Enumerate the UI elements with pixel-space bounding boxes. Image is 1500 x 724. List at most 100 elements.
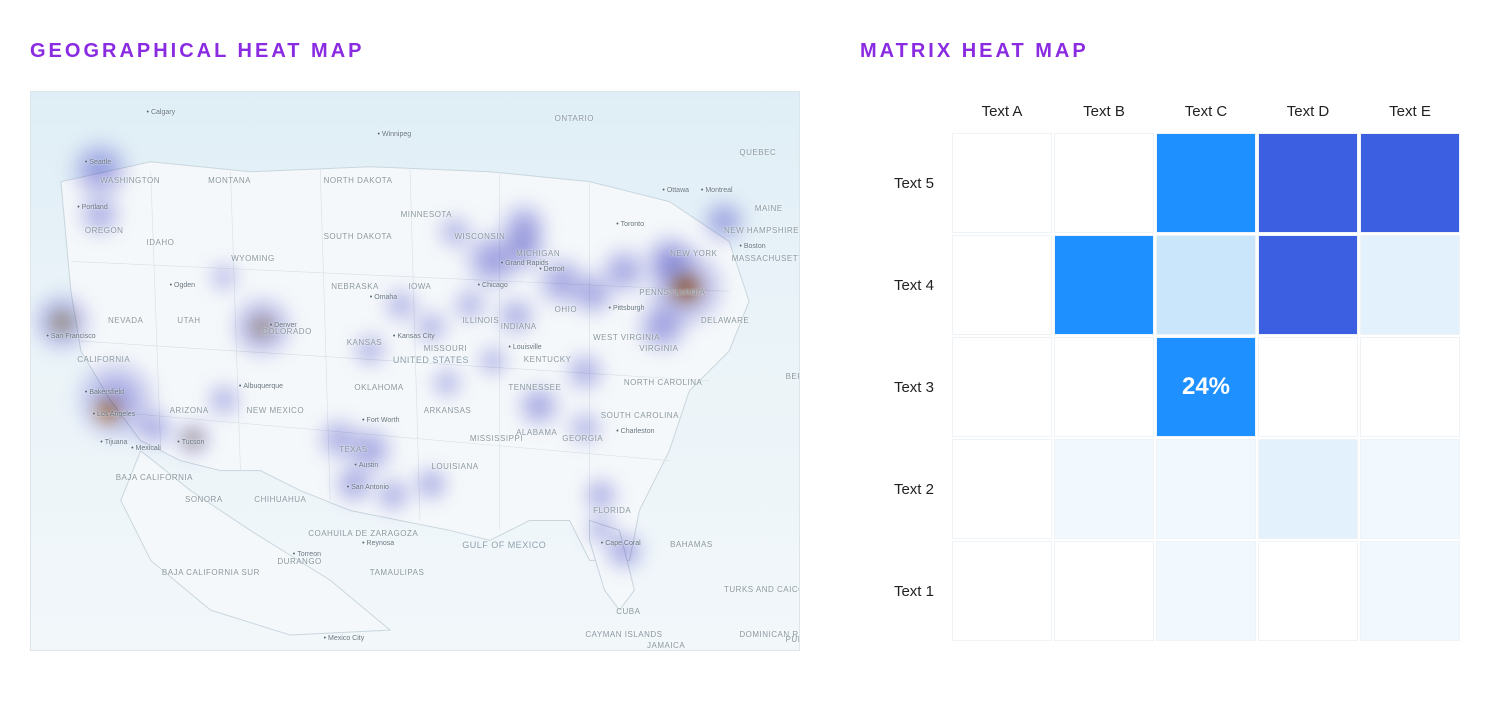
matrix-cell: [1360, 439, 1460, 539]
map-city-label: Montreal: [701, 187, 733, 194]
map-region-label: MISSOURI: [424, 344, 468, 353]
map-region-label: United States: [393, 355, 469, 365]
matrix-row-header: Text 2: [860, 439, 950, 539]
map-city-label: Detroit: [539, 266, 564, 273]
matrix-cell: [1156, 439, 1256, 539]
map-city-label: San Francisco: [46, 333, 95, 340]
map-city-label: Reynosa: [362, 540, 394, 547]
map-region-label: MAINE: [755, 204, 783, 213]
matrix-cell: [952, 439, 1052, 539]
map-city-label: Charleston: [616, 428, 654, 435]
map-region-label: OKLAHOMA: [354, 383, 403, 392]
matrix-cell: [952, 133, 1052, 233]
map-region-label: LOUISIANA: [431, 462, 478, 471]
map-region-label: Cayman Islands: [585, 630, 662, 639]
map-region-label: SOUTH DAKOTA: [324, 232, 393, 241]
map-region-label: PENNSYLVANIA: [639, 288, 705, 297]
map-region-label: MONTANA: [208, 176, 251, 185]
map-city-label: Tijuana: [100, 439, 127, 446]
map-region-label: Jamaica: [647, 641, 685, 650]
matrix-row-header: Text 1: [860, 541, 950, 641]
map-region-label: KANSAS: [347, 338, 382, 347]
matrix-col-header: Text C: [1156, 91, 1256, 131]
map-region-label: TAMAULIPAS: [370, 568, 425, 577]
map-region-label: DELAWARE: [701, 316, 749, 325]
map-region-label: QUEBEC: [739, 148, 776, 157]
map-region-label: TENNESSEE: [508, 383, 561, 392]
matrix-cell: [1258, 439, 1358, 539]
map-region-label: Gulf of Mexico: [462, 540, 546, 550]
map-city-label: Mexico City: [324, 635, 365, 642]
map-city-label: Tucson: [177, 439, 204, 446]
map-region-label: MISSISSIPPI: [470, 434, 523, 443]
map-region-label: ARIZONA: [170, 406, 209, 415]
matrix-cell: [1156, 133, 1256, 233]
map-region-label: NEW MEXICO: [247, 406, 304, 415]
map-city-label: Omaha: [370, 294, 397, 301]
map-city-label: Louisville: [508, 344, 541, 351]
map-region-label: TEXAS: [339, 445, 368, 454]
matrix-col-header: Text A: [952, 91, 1052, 131]
map-city-label: Seattle: [85, 159, 111, 166]
matrix-cell: [1360, 337, 1460, 437]
map-city-label: Calgary: [147, 109, 176, 116]
matrix-col-header: Text E: [1360, 91, 1460, 131]
map-region-label: NORTH DAKOTA: [324, 176, 393, 185]
map-region-label: IDAHO: [147, 238, 175, 247]
map-city-label: San Antonio: [347, 484, 389, 491]
map-region-label: INDIANA: [501, 322, 537, 331]
matrix-cell: [1360, 235, 1460, 335]
matrix-title: MATRIX HEAT MAP: [860, 40, 1470, 63]
map-region-label: VIRGINIA: [639, 344, 678, 353]
matrix-cell: [1054, 439, 1154, 539]
matrix-cell: [1054, 541, 1154, 641]
matrix-row-header: Text 4: [860, 235, 950, 335]
matrix-heatmap-panel: MATRIX HEAT MAP Text AText BText CText D…: [860, 40, 1470, 684]
map-city-label: Torreon: [293, 551, 321, 558]
map-region-label: Bahamas: [670, 540, 713, 549]
map-city-label: Toronto: [616, 221, 644, 228]
map-region-label: UTAH: [177, 316, 200, 325]
matrix-cell: [1258, 235, 1358, 335]
matrix-col-header: Text D: [1258, 91, 1358, 131]
matrix-cell: [1156, 235, 1256, 335]
map-region-label: CHIHUAHUA: [254, 495, 306, 504]
map-city-label: Mexicali: [131, 445, 161, 452]
matrix-cell: [1156, 541, 1256, 641]
matrix-cell: 24%: [1156, 337, 1256, 437]
map-region-label: ALABAMA: [516, 428, 557, 437]
matrix-cell: [952, 337, 1052, 437]
map-city-label: Fort Worth: [362, 417, 399, 424]
matrix-heatmap: Text AText BText CText DText EText 5Text…: [860, 91, 1470, 641]
geo-title: GEOGRAPHICAL HEAT MAP: [30, 40, 800, 63]
map-city-label: Portland: [77, 204, 108, 211]
map-city-label: Kansas City: [393, 333, 435, 340]
map-region-label: WISCONSIN: [455, 232, 506, 241]
map-city-label: Austin: [354, 462, 378, 469]
map-region-label: NORTH CAROLINA: [624, 378, 702, 387]
map-city-label: Los Angeles: [93, 411, 136, 418]
map-labels: ONTARIOCalgaryWinnipegWASHINGTONSeattleO…: [31, 92, 799, 650]
map-city-label: Ogden: [170, 282, 195, 289]
matrix-cell: [1258, 541, 1358, 641]
matrix-cell: [1258, 133, 1358, 233]
matrix-corner: [860, 91, 950, 131]
map-region-label: Puerto Rico: [786, 635, 800, 644]
map-region-label: IOWA: [408, 282, 431, 291]
map-region-label: Cuba: [616, 607, 640, 616]
map-city-label: Bakersfield: [85, 389, 124, 396]
map-city-label: Pittsburgh: [609, 305, 645, 312]
matrix-cell: [1054, 337, 1154, 437]
map-city-label: Boston: [739, 243, 765, 250]
map-region-label: ONTARIO: [555, 114, 594, 123]
map-region-label: NEW HAMPSHIRE: [724, 226, 799, 235]
map-region-label: FLORIDA: [593, 506, 631, 515]
geo-heatmap: ONTARIOCalgaryWinnipegWASHINGTONSeattleO…: [30, 91, 800, 651]
map-region-label: SOUTH CAROLINA: [601, 411, 679, 420]
map-city-label: Ottawa: [662, 187, 689, 194]
geo-heatmap-panel: GEOGRAPHICAL HEAT MAP: [30, 40, 800, 684]
map-region-label: NEW YORK: [670, 249, 717, 258]
matrix-col-header: Text B: [1054, 91, 1154, 131]
map-region-label: BAJA CALIFORNIA SUR: [162, 568, 260, 577]
map-region-label: MICHIGAN: [516, 249, 560, 258]
